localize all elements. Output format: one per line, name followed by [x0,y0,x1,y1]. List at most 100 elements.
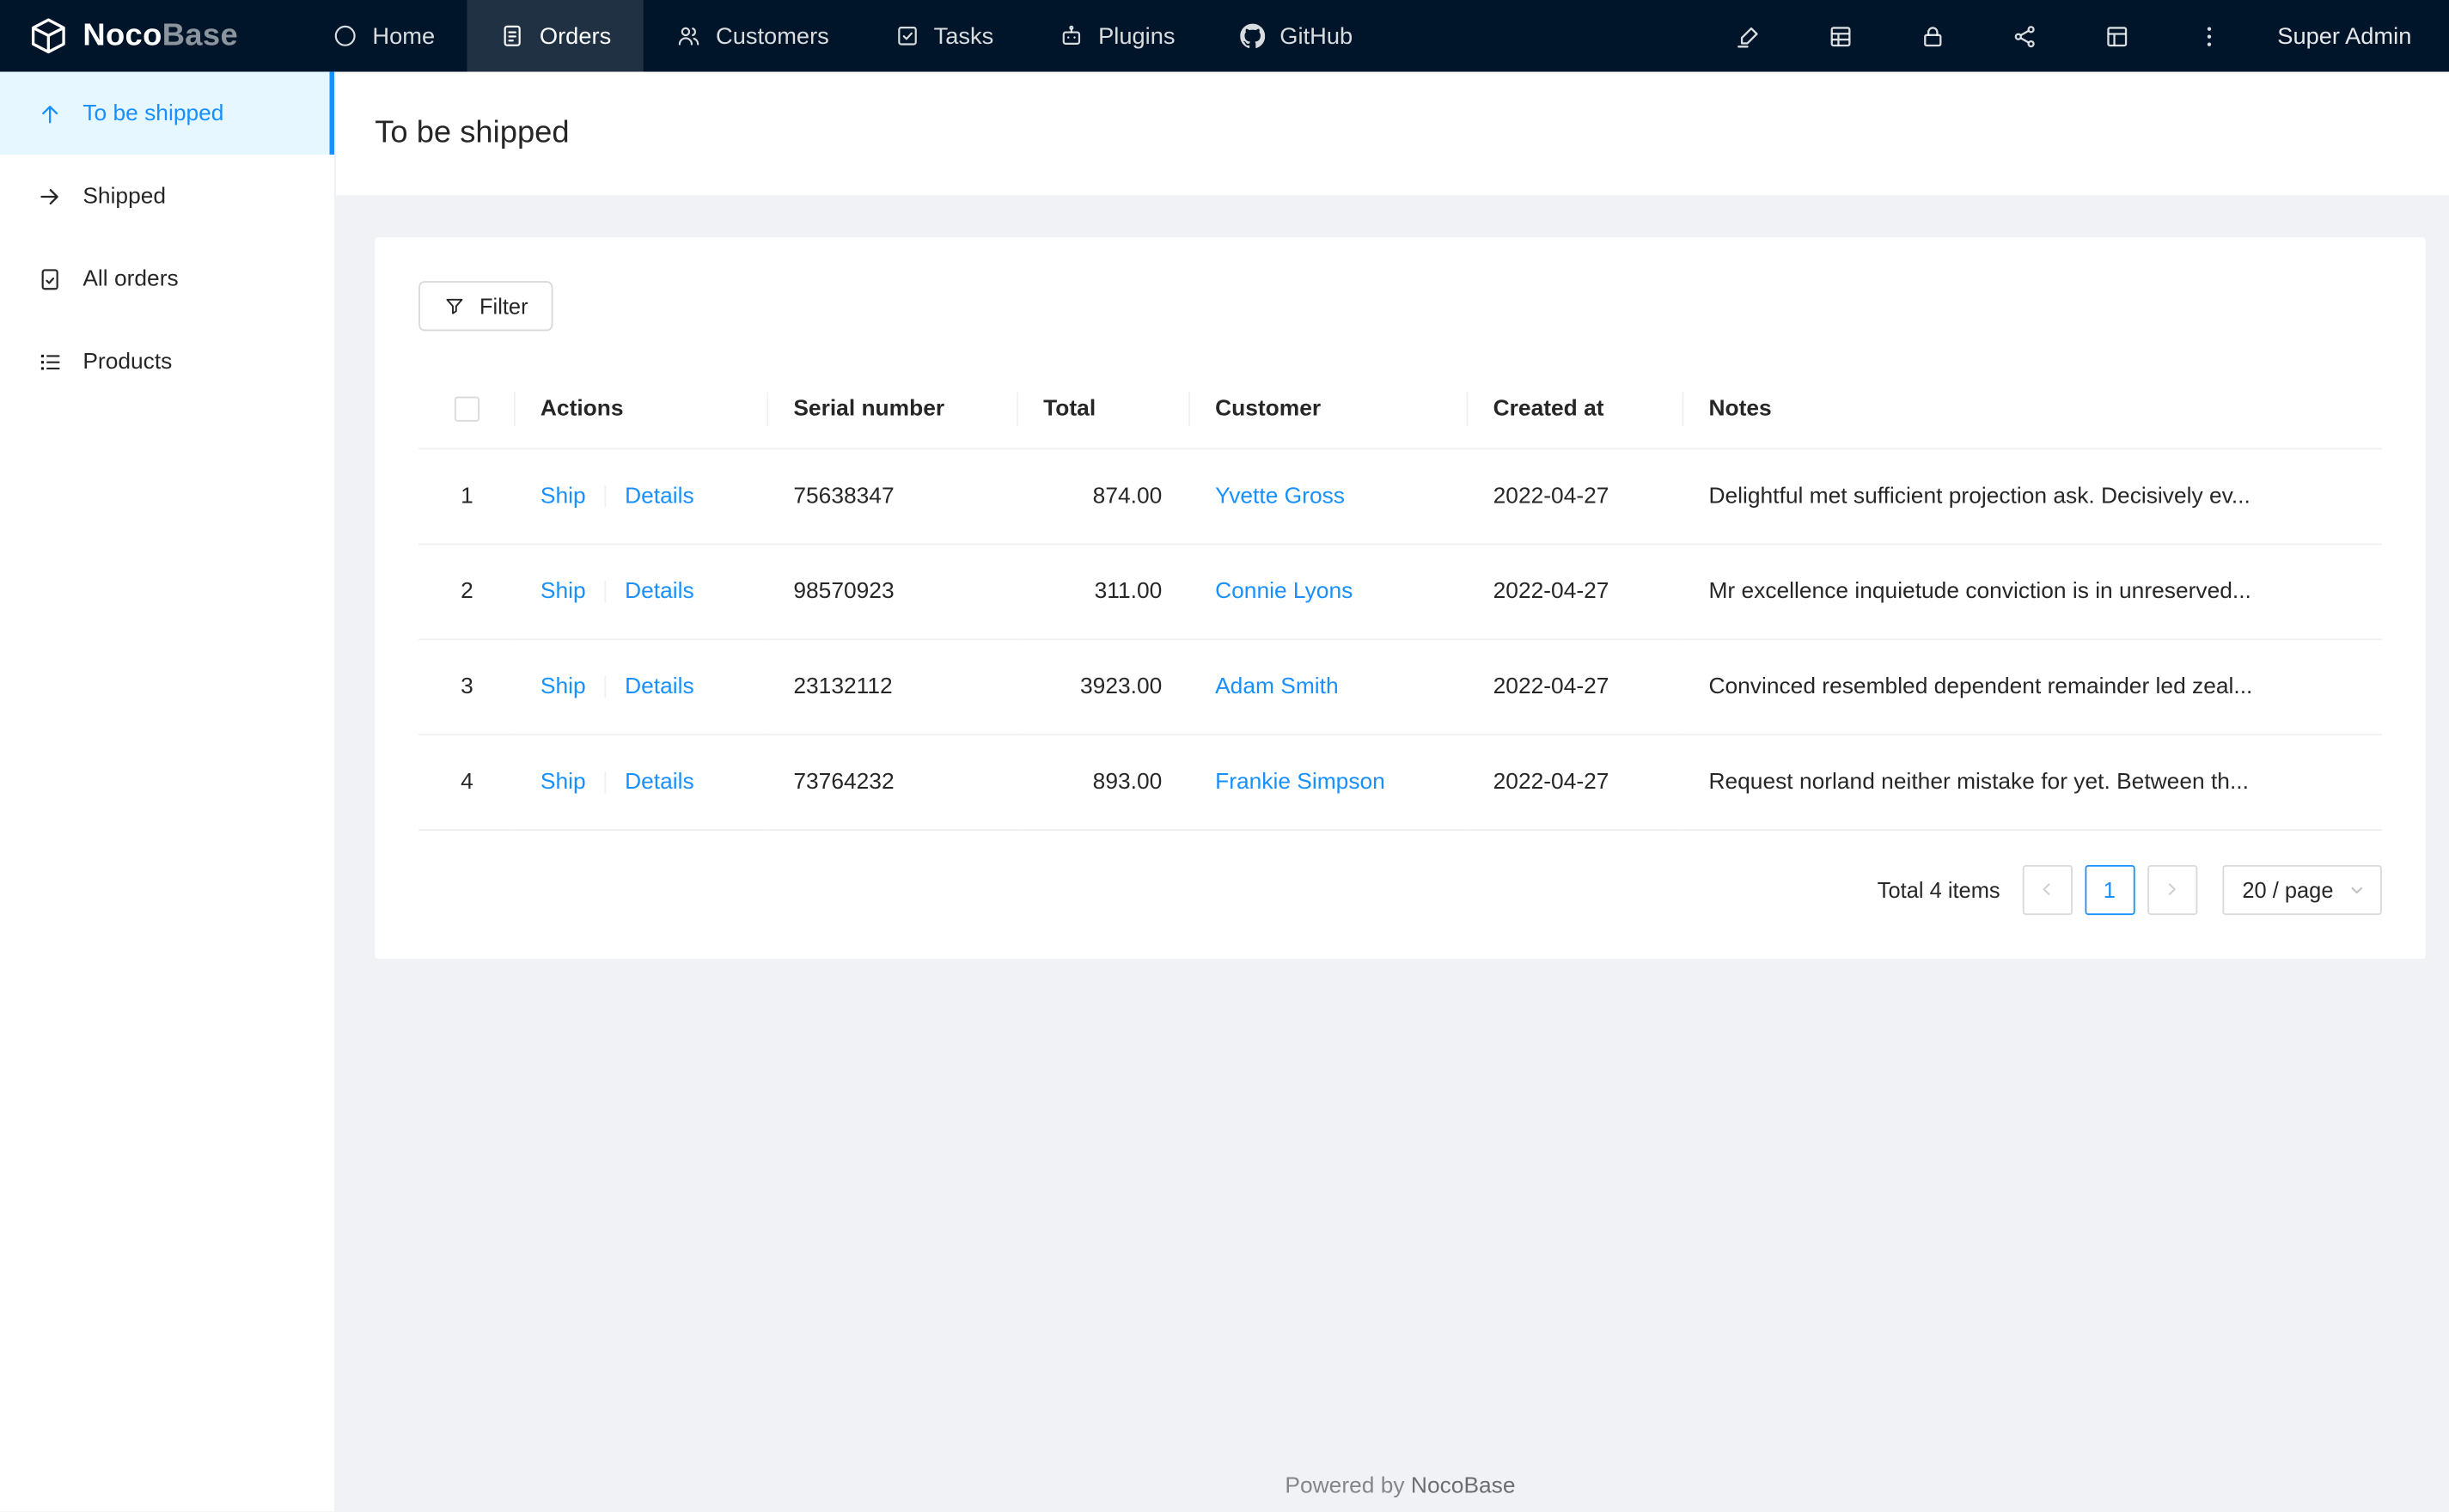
sidebar: To be shipped Shipped All orders Product… [0,71,336,1512]
table-row: 4 Ship Details 73764232 893.00 Frankie Si… [418,734,2382,831]
customer-cell: Frankie Simpson [1190,734,1469,831]
share-button[interactable] [1979,0,2071,72]
divider [604,675,607,698]
filter-button-label: Filter [479,293,528,319]
created-at-cell: 2022-04-27 [1468,734,1684,831]
orders-table: Actions Serial number Total Customer Cre… [418,369,2382,831]
main-area: To be shipped Filter Actions Serial numb… [335,71,2449,1512]
filter-button[interactable]: Filter [418,281,553,332]
nocobase-logo-icon [28,15,69,56]
details-link[interactable]: Details [625,769,694,794]
created-at-cell: 2022-04-27 [1468,638,1684,735]
notes-cell: Mr excellence inquietude conviction is i… [1683,543,2382,640]
customer-link[interactable]: Yvette Gross [1215,484,1345,509]
serial-cell: 23132112 [768,638,1019,735]
customer-link[interactable]: Adam Smith [1215,674,1339,698]
details-link[interactable]: Details [625,578,694,603]
row-index: 1 [418,448,516,545]
page-size-select[interactable]: 20 / page [2221,864,2382,915]
sidebar-item-label: To be shipped [82,101,224,126]
top-navbar: NocoBase Home Orders Customers Tasks Plu… [0,0,2449,72]
column-header-customer: Customer [1190,369,1469,449]
share-icon [2012,22,2038,49]
lock-button[interactable] [1887,0,1979,72]
filter-icon [443,296,465,317]
footer: Powered by NocoBase [375,1453,2426,1512]
nav-item-label: Orders [539,22,612,50]
home-icon [333,23,358,48]
column-header-notes: Notes [1683,369,2382,449]
sidebar-item-to-be-shipped[interactable]: To be shipped [0,71,334,155]
row-index: 4 [418,734,516,831]
ship-link[interactable]: Ship [540,578,586,603]
sidebar-item-all-orders[interactable]: All orders [0,237,334,320]
actions-cell: Ship Details [515,734,769,831]
user-menu[interactable]: Super Admin [2256,0,2449,72]
customer-cell: Connie Lyons [1190,543,1469,640]
sidebar-item-label: Shipped [82,183,167,209]
collections-button[interactable] [1795,0,1887,72]
details-link[interactable]: Details [625,484,694,509]
file-check-icon [38,266,63,291]
list-icon [38,349,63,374]
pagination-total: Total 4 items [1877,876,2000,902]
lock-icon [1920,22,1946,49]
sidebar-item-label: Products [82,349,173,375]
serial-cell: 73764232 [768,734,1019,831]
ship-link[interactable]: Ship [540,769,586,794]
table-row: 2 Ship Details 98570923 311.00 Connie Lyo… [418,543,2382,640]
nav-item-label: Plugins [1098,22,1176,50]
prev-page-button[interactable] [2022,864,2073,915]
sidebar-item-products[interactable]: Products [0,320,334,403]
nocobase-logo[interactable]: NocoBase [0,0,272,72]
table-row: 1 Ship Details 75638347 874.00 Yvette Gro… [418,448,2382,545]
more-icon [2196,22,2223,49]
details-link[interactable]: Details [625,674,694,698]
column-header-serial: Serial number [768,369,1019,449]
nav-item-customers[interactable]: Customers [644,0,862,72]
customer-link[interactable]: Frankie Simpson [1215,769,1385,794]
notes-cell: Delightful met sufficient projection ask… [1683,448,2382,545]
select-all-checkbox[interactable] [454,396,480,422]
nav-item-orders[interactable]: Orders [467,0,644,72]
design-mode-icon [1736,22,1762,49]
collections-icon [1828,22,1854,49]
customer-cell: Adam Smith [1190,638,1469,735]
customer-link[interactable]: Connie Lyons [1215,578,1353,603]
serial-cell: 75638347 [768,448,1019,545]
actions-cell: Ship Details [515,638,769,735]
nav-item-plugins[interactable]: Plugins [1026,0,1207,72]
page-title: To be shipped [375,115,570,150]
next-page-button[interactable] [2147,864,2197,915]
table-header-row: Actions Serial number Total Customer Cre… [418,369,2382,449]
content-area: Filter Actions Serial number Total Custo… [336,195,2449,1512]
footer-brand: NocoBase [1410,1474,1516,1500]
sidebar-item-label: All orders [82,265,179,291]
column-header-total: Total [1018,369,1191,449]
ship-link[interactable]: Ship [540,484,586,509]
customer-cell: Yvette Gross [1190,448,1469,545]
notes-cell: Request norland neither mistake for yet.… [1683,734,2382,831]
customers-icon [677,23,702,48]
github-icon [1240,23,1266,48]
row-index: 2 [418,543,516,640]
serial-cell: 98570923 [768,543,1019,640]
user-name: Super Admin [2277,22,2412,50]
nav-item-tasks[interactable]: Tasks [862,0,1026,72]
chevron-left-icon [2038,881,2055,898]
column-header-created-at: Created at [1468,369,1684,449]
sidebar-item-shipped[interactable]: Shipped [0,155,334,237]
layout-button[interactable] [2071,0,2163,72]
design-mode-button[interactable] [1702,0,1794,72]
nav-item-home[interactable]: Home [301,0,468,72]
arrow-up-icon [38,101,63,125]
nav-item-github[interactable]: GitHub [1208,0,1386,72]
navbar-actions: Super Admin [1702,0,2449,72]
page-1-button[interactable]: 1 [2084,864,2134,915]
more-button[interactable] [2164,0,2256,72]
created-at-cell: 2022-04-27 [1468,448,1684,545]
ship-link[interactable]: Ship [540,674,586,698]
divider [604,485,607,508]
orders-icon [500,23,525,48]
total-cell: 311.00 [1018,543,1191,640]
